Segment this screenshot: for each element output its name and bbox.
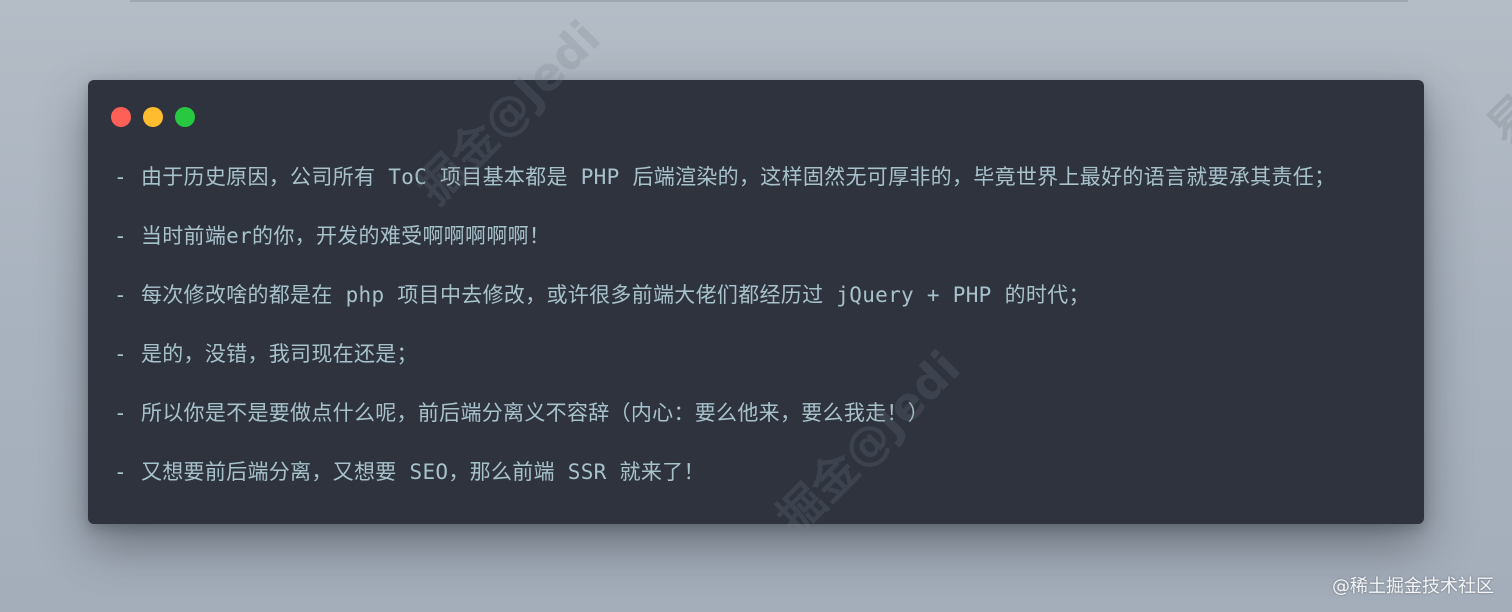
content-list: - 由于历史原因，公司所有 ToC 项目基本都是 PHP 后端渲染的，这样固然无可… — [114, 162, 1335, 516]
list-item-text: 又想要前后端分离，又想要 SEO，那么前端 SSR 就来了！ — [140, 460, 705, 484]
bullet-dash: - — [114, 342, 127, 366]
bullet-dash: - — [114, 460, 127, 484]
top-divider — [130, 0, 1408, 2]
bullet-dash: - — [114, 283, 127, 307]
list-item: - 每次修改啥的都是在 php 项目中去修改，或许很多前端大佬们都经历过 jQue… — [114, 280, 1335, 339]
list-item-text: 是的，没错，我司现在还是； — [140, 342, 418, 366]
list-item-text: 由于历史原因，公司所有 ToC 项目基本都是 PHP 后端渲染的，这样固然无可厚… — [140, 165, 1336, 189]
list-item-text: 所以你是不是要做点什么呢，前后端分离义不容辞（内心：要么他来，要么我走！） — [140, 401, 930, 425]
list-item: - 当时前端er的你，开发的难受啊啊啊啊啊！ — [114, 221, 1335, 280]
site-credit: @稀土掘金技术社区 — [1332, 576, 1494, 597]
window-controls — [111, 107, 195, 127]
bullet-dash: - — [114, 165, 127, 189]
list-item-text: 当时前端er的你，开发的难受啊啊啊啊啊！ — [140, 224, 551, 248]
code-window: - 由于历史原因，公司所有 ToC 项目基本都是 PHP 后端渲染的，这样固然无可… — [88, 80, 1424, 524]
list-item-text: 每次修改啥的都是在 php 项目中去修改，或许很多前端大佬们都经历过 jQuer… — [140, 283, 1090, 307]
bullet-dash: - — [114, 224, 127, 248]
list-item: - 所以你是不是要做点什么呢，前后端分离义不容辞（内心：要么他来，要么我走！） — [114, 398, 1335, 457]
bullet-dash: - — [114, 401, 127, 425]
close-button[interactable] — [111, 107, 131, 127]
maximize-button[interactable] — [175, 107, 195, 127]
list-item: - 又想要前后端分离，又想要 SEO，那么前端 SSR 就来了！ — [114, 457, 1335, 516]
list-item: - 是的，没错，我司现在还是； — [114, 339, 1335, 398]
minimize-button[interactable] — [143, 107, 163, 127]
watermark-glyph: 易 — [1476, 83, 1512, 155]
list-item: - 由于历史原因，公司所有 ToC 项目基本都是 PHP 后端渲染的，这样固然无可… — [114, 162, 1335, 221]
